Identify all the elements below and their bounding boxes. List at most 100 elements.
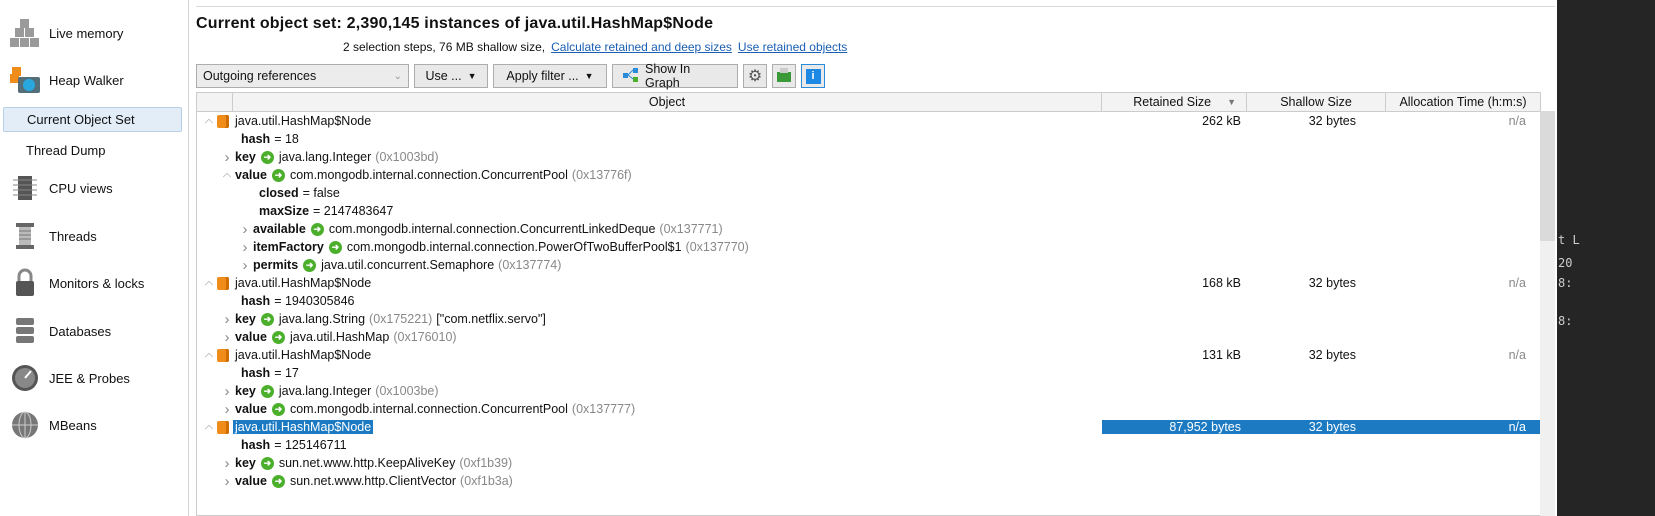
object-cell: ⌵ java.util.HashMap$Node <box>197 112 1102 130</box>
background-text: t L <box>1558 233 1580 247</box>
reference-arrow-icon: ➜ <box>271 168 285 182</box>
export-button[interactable] <box>772 64 796 88</box>
object-class-name: java.util.HashMap$Node <box>235 348 372 362</box>
expand-closed-icon[interactable]: › <box>219 401 235 418</box>
expand-closed-icon[interactable]: › <box>219 311 235 328</box>
column-header-retained-size[interactable]: Retained Size ▼ <box>1102 93 1247 111</box>
sidebar-item-threads[interactable]: Threads <box>0 216 188 256</box>
expand-open-icon[interactable]: ⌵ <box>201 115 217 128</box>
object-row[interactable]: ⌵ java.util.HashMap$Node 131 kB 32 bytes n/a <box>197 346 1540 364</box>
sidebar-item-databases[interactable]: Databases <box>0 311 188 351</box>
field-name: value <box>235 168 267 182</box>
sidebar-subitem-thread-dump[interactable]: Thread Dump <box>3 138 182 163</box>
expand-closed-icon[interactable]: › <box>219 473 235 490</box>
object-row[interactable]: ⌵ java.util.HashMap$Node 87,952 bytes 32 by… <box>197 418 1540 436</box>
sidebar-item-cpu-views[interactable]: CPU views <box>0 168 188 208</box>
object-instance-icon <box>217 420 229 434</box>
use-button[interactable]: Use ... ▼ <box>414 64 488 88</box>
expand-closed-icon[interactable]: › <box>237 239 253 256</box>
field-value: = 17 <box>274 366 299 380</box>
field-row[interactable]: › key ➜ sun.net.www.http.KeepAliveKey (0xf1b… <box>197 454 1540 472</box>
object-row[interactable]: ⌵ java.util.HashMap$Node 168 kB 32 bytes n/a <box>197 274 1540 292</box>
use-retained-objects-link[interactable]: Use retained objects <box>738 40 847 54</box>
divider <box>196 6 1555 7</box>
reference-class-name: java.lang.Integer <box>278 150 372 164</box>
expand-open-icon[interactable]: ⌵ <box>201 421 217 434</box>
apply-filter-button[interactable]: Apply filter ... ▼ <box>493 64 607 88</box>
field-name: value <box>235 474 267 488</box>
field-name: key <box>235 312 256 326</box>
heap-walker-icon <box>10 65 40 95</box>
sidebar-item-monitors-locks[interactable]: Monitors & locks <box>0 263 188 303</box>
field-row[interactable]: maxSize = 2147483647 <box>197 202 1540 220</box>
background-text: 8: <box>1558 314 1573 328</box>
sidebar-item-live-memory[interactable]: Live memory <box>0 13 188 53</box>
column-header-object[interactable]: Object <box>233 93 1102 111</box>
allocation-time-cell: n/a <box>1508 114 1526 128</box>
expand-closed-icon[interactable]: › <box>219 149 235 166</box>
field-value: = 18 <box>274 132 299 146</box>
object-address: (0x1003bd) <box>375 150 439 164</box>
export-icon <box>776 67 792 85</box>
retained-size-cell: 262 kB <box>1202 114 1241 128</box>
object-address: (0xf1b3a) <box>460 474 513 488</box>
field-row[interactable]: › itemFactory ➜ com.mongodb.internal.connec… <box>197 238 1540 256</box>
show-in-graph-button[interactable]: Show In Graph <box>612 62 738 90</box>
scrollbar-thumb[interactable] <box>1540 111 1555 241</box>
field-row[interactable]: › key ➜ java.lang.Integer (0x1003bd) <box>197 148 1540 166</box>
column-header-shallow-size[interactable]: Shallow Size <box>1247 93 1386 111</box>
column-header-allocation-time[interactable]: Allocation Time (h:m:s) <box>1386 93 1540 111</box>
object-cell: › key ➜ java.lang.Integer (0x1003be) <box>197 382 1102 400</box>
field-row[interactable]: › available ➜ com.mongodb.internal.connecti… <box>197 220 1540 238</box>
object-class-name: java.util.HashMap$Node <box>233 420 374 434</box>
field-row[interactable]: hash = 18 <box>197 130 1540 148</box>
sidebar-item-heap-walker[interactable]: Heap Walker <box>0 60 188 100</box>
object-address: (0x1003be) <box>375 384 439 398</box>
object-cell: › value ➜ sun.net.www.http.ClientVector (0xf… <box>197 472 1102 490</box>
sidebar-subitem-current-object-set[interactable]: Current Object Set <box>3 107 182 132</box>
threads-icon <box>10 221 40 251</box>
object-cell: hash = 18 <box>197 130 1102 148</box>
object-cell: ⌵ value ➜ com.mongodb.internal.connection.C… <box>197 166 1102 184</box>
expand-closed-icon[interactable]: › <box>219 383 235 400</box>
field-row[interactable]: › key ➜ java.lang.Integer (0x1003be) <box>197 382 1540 400</box>
expand-closed-icon[interactable]: › <box>237 257 253 274</box>
calculate-retained-link[interactable]: Calculate retained and deep sizes <box>551 40 732 54</box>
sort-descending-icon: ▼ <box>1227 97 1236 107</box>
field-name: closed <box>259 186 299 200</box>
field-value: = 1940305846 <box>274 294 355 308</box>
view-dropdown[interactable]: Outgoing references ⌄ <box>196 64 409 88</box>
sidebar-item-mbeans[interactable]: MBeans <box>0 405 188 445</box>
expand-closed-icon[interactable]: › <box>237 221 253 238</box>
expand-open-icon[interactable]: ⌵ <box>219 169 235 182</box>
field-value: = false <box>302 186 340 200</box>
object-row[interactable]: ⌵ java.util.HashMap$Node 262 kB 32 bytes n/a <box>197 112 1540 130</box>
expand-closed-icon[interactable]: › <box>219 455 235 472</box>
object-cell: › itemFactory ➜ com.mongodb.internal.connec… <box>197 238 1102 256</box>
reference-class-name: sun.net.www.http.ClientVector <box>289 474 457 488</box>
settings-button[interactable]: ⚙ <box>743 64 767 88</box>
field-row[interactable]: closed = false <box>197 184 1540 202</box>
info-button[interactable]: i <box>801 64 825 88</box>
field-row[interactable]: › permits ➜ java.util.concurrent.Semaphore(… <box>197 256 1540 274</box>
reference-class-name: java.util.concurrent.Semaphore <box>321 258 495 272</box>
object-cell: hash = 125146711 <box>197 436 1102 454</box>
reference-arrow-icon: ➜ <box>310 222 324 236</box>
field-row[interactable]: › key ➜ java.lang.String (0x175221) ["com.net… <box>197 310 1540 328</box>
sidebar-item-jee-probes[interactable]: JEE & Probes <box>0 358 188 398</box>
expand-open-icon[interactable]: ⌵ <box>201 277 217 290</box>
field-row[interactable]: hash = 1940305846 <box>197 292 1540 310</box>
field-row[interactable]: hash = 17 <box>197 364 1540 382</box>
object-cell: closed = false <box>197 184 1102 202</box>
field-row[interactable]: › value ➜ java.util.HashMap (0x176010) <box>197 328 1540 346</box>
expand-open-icon[interactable]: ⌵ <box>201 349 217 362</box>
field-row[interactable]: › value ➜ com.mongodb.internal.connection.C… <box>197 400 1540 418</box>
field-row[interactable]: › value ➜ sun.net.www.http.ClientVector (0xf… <box>197 472 1540 490</box>
database-icon <box>10 316 40 346</box>
field-row[interactable]: hash = 125146711 <box>197 436 1540 454</box>
object-address: (0x137774) <box>498 258 562 272</box>
field-name: hash <box>241 132 271 146</box>
field-name: hash <box>241 366 271 380</box>
field-row[interactable]: ⌵ value ➜ com.mongodb.internal.connection.C… <box>197 166 1540 184</box>
expand-closed-icon[interactable]: › <box>219 329 235 346</box>
